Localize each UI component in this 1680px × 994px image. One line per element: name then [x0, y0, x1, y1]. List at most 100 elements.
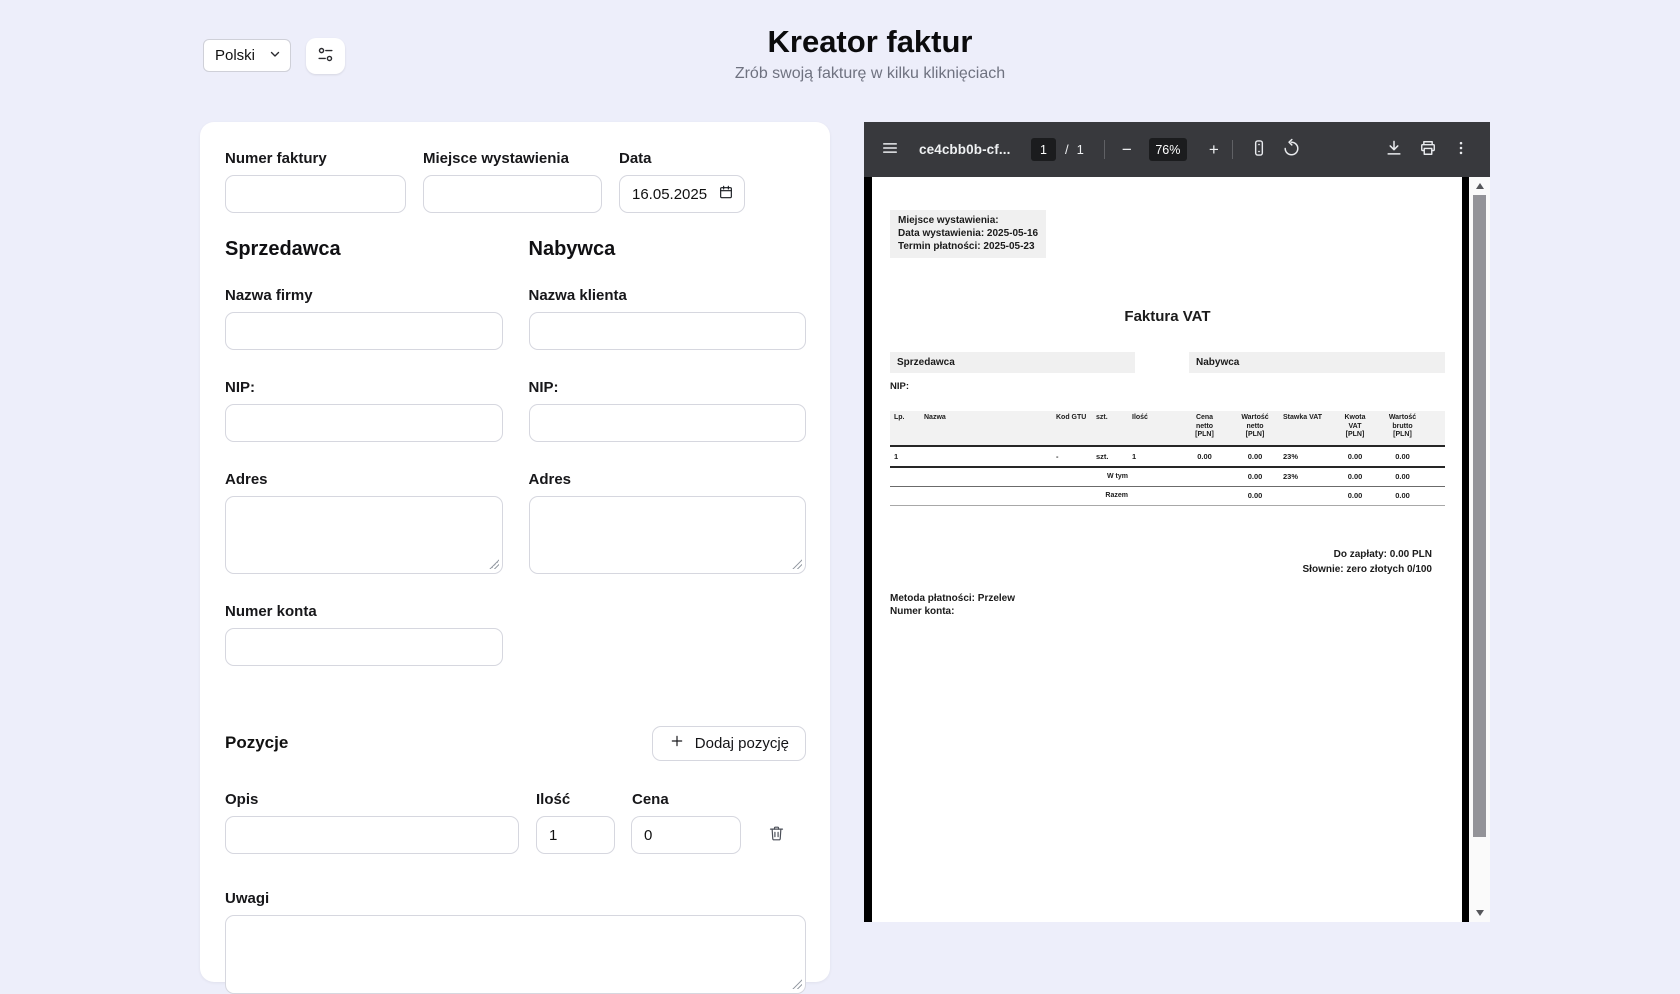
pdf-filename: ce4cbb0b-cf... — [919, 142, 1011, 157]
triangle-up-icon — [1475, 183, 1484, 189]
scrollbar-down-arrow[interactable] — [1469, 905, 1490, 921]
table-subtotal-row: W tym 0.00 23% 0.00 0.00 — [890, 467, 1445, 486]
table-header-row: Lp. Nazwa Kod GTU szt. Ilość Cena netto … — [890, 411, 1445, 446]
subtotal-vat-amount: 0.00 — [1347, 472, 1363, 482]
cell-kwota-vat: 0.00 — [1347, 452, 1363, 461]
total-gross: 0.00 — [1395, 491, 1410, 500]
table-item-row: 1 - szt. 1 0.00 0.00 23% 0.00 0.00 — [890, 446, 1445, 467]
seller-address-label: Adres — [225, 471, 268, 488]
scrollbar-up-arrow[interactable] — [1469, 178, 1490, 194]
issue-place-label: Miejsce wystawienia — [423, 150, 569, 167]
seller-nip-input[interactable] — [225, 404, 503, 442]
seller-nip-label: NIP: — [225, 379, 255, 396]
seller-heading: Sprzedawca — [225, 238, 341, 260]
buyer-heading: Nabywca — [528, 238, 616, 260]
invoice-form-card: Numer faktury Miejsce wystawienia Data 1… — [200, 122, 830, 994]
amount-due-block: Do zapłaty: 0.00 PLN Słownie: zero złoty… — [890, 547, 1445, 577]
parties-columns: Sprzedawca Nazwa firmy NIP: Adres Numer … — [225, 238, 806, 695]
subtotal-label: W tym — [1107, 473, 1128, 481]
plus-icon — [669, 733, 685, 753]
add-item-button[interactable]: Dodaj pozycję — [651, 725, 806, 761]
form-row-top: Numer faktury Miejsce wystawienia Data 1… — [225, 150, 806, 213]
items-header-row: Pozycje Dodaj pozycję — [225, 725, 806, 761]
pdf-scrollbar[interactable] — [1469, 177, 1490, 922]
item-desc-input[interactable] — [225, 816, 519, 854]
hamburger-icon — [880, 138, 900, 161]
print-button[interactable] — [1418, 138, 1438, 161]
invoice-buyer-header: Nabywca — [1189, 352, 1445, 373]
col-nazwa: Nazwa — [916, 411, 1048, 446]
buyer-nip-input[interactable] — [528, 404, 806, 442]
more-options-button[interactable] — [1452, 139, 1470, 160]
cell-ilosc: 1 — [1132, 452, 1137, 461]
company-name-input[interactable] — [225, 312, 503, 350]
field-client-name: Nazwa klienta — [528, 287, 806, 350]
col-cena-netto: Cena netto [PLN] — [1179, 411, 1230, 446]
meta-issue-place: Miejsce wystawienia: — [898, 215, 999, 226]
cell-cena-netto: 0.00 — [1197, 452, 1212, 461]
delete-item-button[interactable] — [763, 822, 789, 848]
buyer-nip-label: NIP: — [528, 379, 559, 396]
invoice-number-label: Numer faktury — [225, 150, 327, 167]
col-kwota-vat: Kwota VAT [PLN] — [1330, 411, 1380, 446]
fit-to-page-button[interactable] — [1249, 138, 1269, 161]
issue-place-input[interactable] — [423, 175, 602, 213]
seller-address-textarea[interactable] — [225, 496, 503, 574]
meta-issue-date: Data wystawienia: 2025-05-16 — [898, 228, 1039, 239]
date-value: 16.05.2025 — [632, 185, 708, 203]
field-buyer-address: Adres — [528, 471, 806, 574]
client-name-input[interactable] — [528, 312, 806, 350]
seller-section: Sprzedawca Nazwa firmy NIP: Adres Numer … — [225, 238, 503, 695]
items-heading: Pozycje — [225, 733, 289, 752]
pdf-page: Miejsce wystawienia: Data wystawienia: 2… — [872, 177, 1462, 922]
pdf-toolbar: ce4cbb0b-cf... 1 / 1 − 76% + — [864, 122, 1490, 177]
buyer-address-textarea[interactable] — [528, 496, 806, 574]
item-price-input[interactable] — [631, 816, 741, 854]
calendar-icon[interactable] — [718, 184, 734, 204]
toolbar-divider — [1103, 140, 1105, 159]
page-title: Kreator faktur — [767, 24, 973, 59]
zoom-in-button[interactable]: + — [1202, 140, 1226, 160]
pdf-page-input[interactable]: 1 — [1031, 138, 1056, 161]
resize-handle[interactable] — [792, 979, 802, 989]
notes-textarea[interactable] — [225, 915, 806, 994]
amount-in-words: Słownie: zero złotych 0/100 — [1302, 563, 1432, 575]
client-name-label: Nazwa klienta — [528, 287, 627, 304]
total-empty-vat-rate — [1280, 486, 1330, 505]
item-desc-label: Opis — [225, 791, 259, 808]
account-number-label: Numer konta — [225, 603, 317, 620]
invoice-number-input[interactable] — [225, 175, 406, 213]
item-qty-input[interactable] — [536, 816, 615, 854]
item-price-label: Cena — [632, 791, 669, 808]
resize-handle[interactable] — [488, 559, 499, 569]
field-date: Data 16.05.2025 — [619, 150, 745, 213]
app-header: Kreator faktur Zrób swoją fakturę w kilk… — [60, 22, 1680, 83]
zoom-out-button[interactable]: − — [1115, 140, 1139, 160]
item-row — [225, 816, 806, 854]
triangle-down-icon — [1475, 910, 1484, 916]
pdf-menu-button[interactable] — [880, 138, 900, 161]
col-ilosc: Ilość — [1124, 411, 1179, 446]
resize-handle[interactable] — [792, 559, 802, 569]
buyer-address-label: Adres — [528, 471, 572, 488]
field-invoice-number: Numer faktury — [225, 150, 406, 213]
invoice-nip-label: NIP: — [890, 381, 909, 392]
account-number-input[interactable] — [225, 628, 503, 666]
buyer-section: Nabywca Nazwa klienta NIP: Adres — [528, 238, 806, 695]
field-company-name: Nazwa firmy — [225, 287, 503, 350]
download-button[interactable] — [1384, 138, 1404, 161]
account-number-line: Numer konta: — [890, 605, 955, 617]
pdf-page-separator: / — [1065, 142, 1069, 157]
total-net: 0.00 — [1247, 491, 1263, 500]
rotate-button[interactable] — [1281, 138, 1302, 162]
subtotal-vat-rate: 23% — [1283, 472, 1299, 482]
subtotal-net: 0.00 — [1247, 472, 1263, 482]
invoice-document: Miejsce wystawienia: Data wystawienia: 2… — [872, 177, 1462, 922]
rotate-icon — [1281, 138, 1302, 162]
scrollbar-thumb[interactable] — [1473, 195, 1486, 837]
date-input[interactable]: 16.05.2025 — [619, 175, 745, 213]
subtotal-empty — [1179, 467, 1230, 486]
item-labels-row: Opis Ilość Cena — [225, 791, 806, 808]
col-jednostka: szt. — [1088, 411, 1124, 446]
total-empty — [1179, 486, 1230, 505]
